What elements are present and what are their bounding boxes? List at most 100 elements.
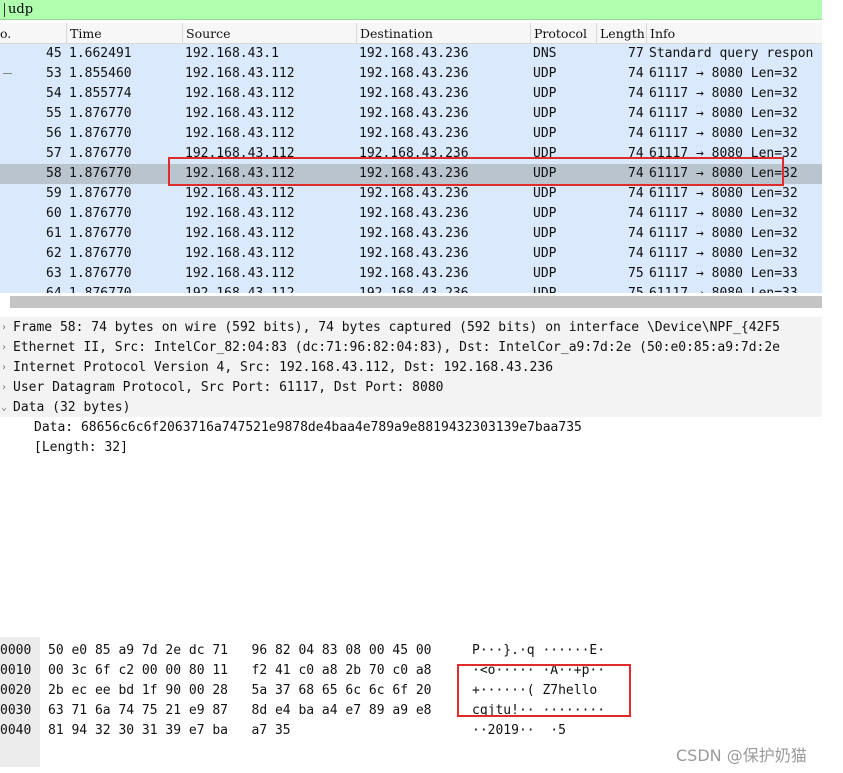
cell-source: 192.168.43.112 <box>185 284 295 293</box>
tree-item-label: Internet Protocol Version 4, Src: 192.16… <box>13 360 554 375</box>
cell-time: 1.855774 <box>69 86 132 101</box>
column-header-source[interactable]: Source <box>186 26 231 41</box>
hex-bytes[interactable]: 50 e0 85 a9 7d 2e dc 71 96 82 04 83 08 0… <box>48 641 432 661</box>
cell-length: 74 <box>628 206 644 221</box>
highlight-box <box>168 157 784 186</box>
packet-row[interactable]: 45 1.662491 192.168.43.1 192.168.43.236 … <box>0 44 822 64</box>
cell-time: 1.876770 <box>69 226 132 241</box>
cell-length: 74 <box>628 106 644 121</box>
cell-info: 61117 → 8080 Len=33 <box>649 284 798 293</box>
cell-no: 55 <box>46 106 62 121</box>
column-header-no[interactable]: o. <box>0 26 11 41</box>
packet-row[interactable]: 61 1.876770 192.168.43.112 192.168.43.23… <box>0 224 822 244</box>
hex-bytes[interactable]: 2b ec ee bd 1f 90 00 28 5a 37 68 65 6c 6… <box>48 681 432 701</box>
cell-info: 61117 → 8080 Len=32 <box>649 206 798 221</box>
cell-info: 61117 → 8080 Len=33 <box>649 266 798 281</box>
column-separator[interactable] <box>356 23 357 43</box>
cell-source: 192.168.43.112 <box>185 206 295 221</box>
expand-arrow-icon[interactable]: › <box>1 318 7 338</box>
packet-row[interactable]: 64 1.876770 192.168.43.112 192.168.43.23… <box>0 284 822 293</box>
window-edge <box>822 0 843 773</box>
packet-row[interactable]: 56 1.876770 192.168.43.112 192.168.43.23… <box>0 124 822 144</box>
packet-row[interactable]: 54 1.855774 192.168.43.112 192.168.43.23… <box>0 84 822 104</box>
packet-row[interactable]: 62 1.876770 192.168.43.112 192.168.43.23… <box>0 244 822 264</box>
cell-length: 74 <box>628 86 644 101</box>
cell-destination: 192.168.43.236 <box>359 186 469 201</box>
expand-arrow-icon[interactable]: › <box>1 358 7 378</box>
hex-bytes[interactable]: 81 94 32 30 31 39 e7 ba a7 35 <box>48 721 291 741</box>
cell-protocol: UDP <box>533 226 557 241</box>
cell-protocol: DNS <box>533 46 557 61</box>
scrollbar-thumb[interactable] <box>10 296 822 308</box>
cell-length: 75 <box>628 284 644 293</box>
column-separator[interactable] <box>646 23 647 43</box>
column-header-info[interactable]: Info <box>650 26 675 41</box>
display-filter-bar[interactable]: udp <box>0 0 822 20</box>
horizontal-scrollbar[interactable] <box>0 293 822 311</box>
column-header-time[interactable]: Time <box>70 26 102 41</box>
cell-info: Standard query respon <box>649 46 814 61</box>
column-header-protocol[interactable]: Protocol <box>534 26 587 41</box>
hex-ascii[interactable]: P···}.·q ······E· <box>472 641 605 661</box>
highlight-box <box>457 664 631 717</box>
packet-details-pane[interactable]: › Frame 58: 74 bytes on wire (592 bits),… <box>0 317 822 635</box>
hex-ascii[interactable]: ··2019·· ·5 <box>472 721 566 741</box>
packet-list-header: o. Time Source Destination Protocol Leng… <box>0 23 822 44</box>
packet-row[interactable]: 63 1.876770 192.168.43.112 192.168.43.23… <box>0 264 822 284</box>
column-separator[interactable] <box>66 23 67 43</box>
cell-source: 192.168.43.112 <box>185 66 295 81</box>
expand-arrow-icon[interactable]: › <box>1 378 7 398</box>
cell-no: 62 <box>46 246 62 261</box>
packet-row[interactable]: 53 1.855460 192.168.43.112 192.168.43.23… <box>0 64 822 84</box>
hex-offset: 0000 <box>0 643 32 658</box>
display-filter-input[interactable]: udp <box>8 2 33 17</box>
hex-bytes[interactable]: 63 71 6a 74 75 21 e9 87 8d e4 ba a4 e7 8… <box>48 701 432 721</box>
cell-destination: 192.168.43.236 <box>359 284 469 293</box>
cell-time: 1.876770 <box>69 266 132 281</box>
tree-item-data-length[interactable]: [Length: 32] <box>34 438 128 458</box>
packet-row[interactable]: 60 1.876770 192.168.43.112 192.168.43.23… <box>0 204 822 224</box>
hex-bytes[interactable]: 00 3c 6f c2 00 00 80 11 f2 41 c0 a8 2b 7… <box>48 661 432 681</box>
cell-info: 61117 → 8080 Len=32 <box>649 126 798 141</box>
cell-no: 57 <box>46 146 62 161</box>
cell-protocol: UDP <box>533 86 557 101</box>
cell-time: 1.876770 <box>69 246 132 261</box>
packet-row[interactable]: 59 1.876770 192.168.43.112 192.168.43.23… <box>0 184 822 204</box>
cell-time: 1.876770 <box>69 166 132 181</box>
cell-source: 192.168.43.112 <box>185 226 295 241</box>
cell-protocol: UDP <box>533 106 557 121</box>
cell-protocol: UDP <box>533 246 557 261</box>
cell-length: 74 <box>628 246 644 261</box>
tree-item-data-value[interactable]: Data: 68656c6c6f2063716a747521e9878de4ba… <box>34 418 582 438</box>
packet-row[interactable]: 55 1.876770 192.168.43.112 192.168.43.23… <box>0 104 822 124</box>
cell-protocol: UDP <box>533 126 557 141</box>
cell-source: 192.168.43.112 <box>185 246 295 261</box>
cell-time: 1.876770 <box>69 126 132 141</box>
cell-source: 192.168.43.112 <box>185 266 295 281</box>
tree-item-label: User Datagram Protocol, Src Port: 61117,… <box>13 380 444 395</box>
hex-offset: 0040 <box>0 723 32 738</box>
column-separator[interactable] <box>182 23 183 43</box>
cell-destination: 192.168.43.236 <box>359 226 469 241</box>
column-header-destination[interactable]: Destination <box>360 26 433 41</box>
cell-source: 192.168.43.112 <box>185 126 295 141</box>
cell-time: 1.876770 <box>69 106 132 121</box>
related-packet-marker <box>3 73 12 74</box>
cell-source: 192.168.43.112 <box>185 106 295 121</box>
cell-protocol: UDP <box>533 266 557 281</box>
cell-no: 60 <box>46 206 62 221</box>
column-separator[interactable] <box>596 23 597 43</box>
watermark: CSDN @保护奶猫 <box>676 746 807 765</box>
cell-info: 61117 → 8080 Len=32 <box>649 226 798 241</box>
cell-no: 45 <box>46 46 62 61</box>
column-separator[interactable] <box>530 23 531 43</box>
column-header-length[interactable]: Length <box>600 26 645 41</box>
cell-no: 54 <box>46 86 62 101</box>
cell-time: 1.876770 <box>69 206 132 221</box>
hex-offset: 0030 <box>0 703 32 718</box>
expand-arrow-icon[interactable]: › <box>1 338 7 358</box>
collapse-arrow-icon[interactable]: ⌄ <box>1 398 7 418</box>
cell-destination: 192.168.43.236 <box>359 246 469 261</box>
cell-length: 77 <box>628 46 644 61</box>
cell-no: 64 <box>46 284 62 293</box>
